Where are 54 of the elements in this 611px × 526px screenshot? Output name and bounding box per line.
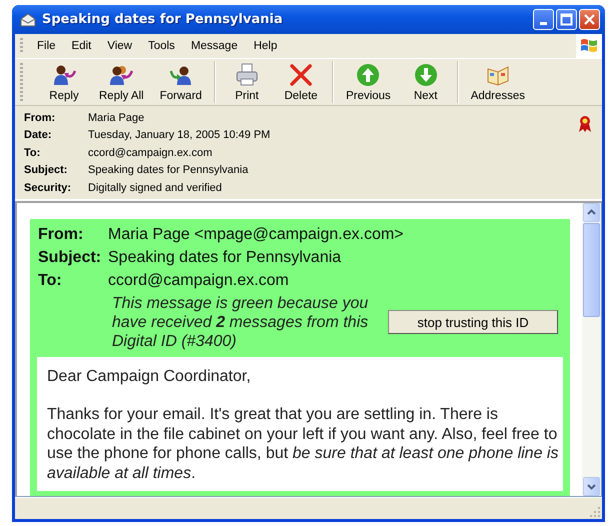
field-label: Subject: (38, 249, 102, 267)
scroll-down-button[interactable] (583, 477, 600, 496)
message-paragraph: Thanks for your email. It's great that you are settling in. There is chocolate in the file cabinet on your left if you want any. Also, feel free to use the phone for phone calls, but be sure that at least one phone line is available at all times. (47, 405, 559, 483)
toolbar-button[interactable]: Delete (274, 59, 328, 105)
menu-item[interactable]: Edit (64, 40, 100, 52)
minimize-icon (540, 22, 547, 24)
chevron-up-icon (587, 209, 596, 215)
vertical-scrollbar[interactable] (582, 202, 601, 496)
toolbar-button[interactable]: Next (398, 59, 453, 105)
field-value: Maria Page <mpage@campaign.ex.com> (108, 226, 404, 244)
window-title: Speaking dates for Pennsylvania (42, 12, 284, 27)
header-value: ccord@campaign.ex.com (88, 146, 212, 159)
toolbar-button[interactable]: Forward (152, 59, 210, 105)
menu-item[interactable]: Help (246, 40, 286, 52)
menu-item[interactable]: View (99, 40, 140, 52)
scroll-thumb[interactable] (583, 222, 600, 316)
maximize-button[interactable] (556, 9, 577, 30)
header-value: Maria Page (88, 112, 144, 124)
menu-item[interactable]: Message (182, 40, 246, 52)
maximize-icon (560, 13, 573, 26)
field-label: To: (38, 272, 63, 290)
field-label: From: (38, 226, 84, 244)
toolbar-button[interactable]: Reply (37, 59, 91, 105)
menu-item[interactable]: Tools (140, 40, 183, 52)
toolbar-button[interactable]: Print (220, 59, 274, 105)
toolbar-button[interactable]: Previous (338, 59, 399, 105)
windows-flag-icon (579, 37, 599, 55)
minimize-button[interactable] (533, 9, 554, 30)
printer-icon (234, 62, 259, 86)
header-label: From: (24, 112, 56, 124)
scroll-up-button[interactable] (583, 202, 600, 222)
resize-grip-icon (589, 506, 601, 518)
toolbar-button[interactable]: Reply All (91, 59, 152, 105)
close-button[interactable] (579, 9, 600, 30)
menu-item[interactable]: File (29, 40, 64, 52)
close-icon (583, 13, 596, 26)
greeting-text: Dear Campaign Coordinator, (47, 366, 252, 386)
header-label: Security: (24, 182, 72, 194)
toolbar-button[interactable]: Addresses (462, 59, 534, 105)
field-value: Speaking dates for Pennsylvania (108, 249, 342, 267)
cross-icon (288, 62, 313, 86)
header-value: Digitally signed and verified (88, 182, 222, 194)
chevron-down-icon (587, 484, 596, 490)
ribbon-icon (578, 115, 592, 133)
person-reply-icon (52, 62, 76, 86)
header-label: Date: (24, 129, 53, 142)
header-label: Subject: (24, 164, 68, 176)
envelope-icon (20, 12, 36, 26)
header-label: To: (24, 146, 42, 159)
header-value: Speaking dates for Pennsylvania (88, 164, 248, 176)
trust-note: This message is green because you have received 2 messages from this Digital ID (#3400) (112, 294, 370, 350)
field-value: ccord@campaign.ex.com (108, 272, 289, 290)
header-value: Tuesday, January 18, 2005 10:49 PM (88, 129, 270, 142)
stop-trusting-button[interactable]: stop trusting this ID (388, 310, 558, 334)
